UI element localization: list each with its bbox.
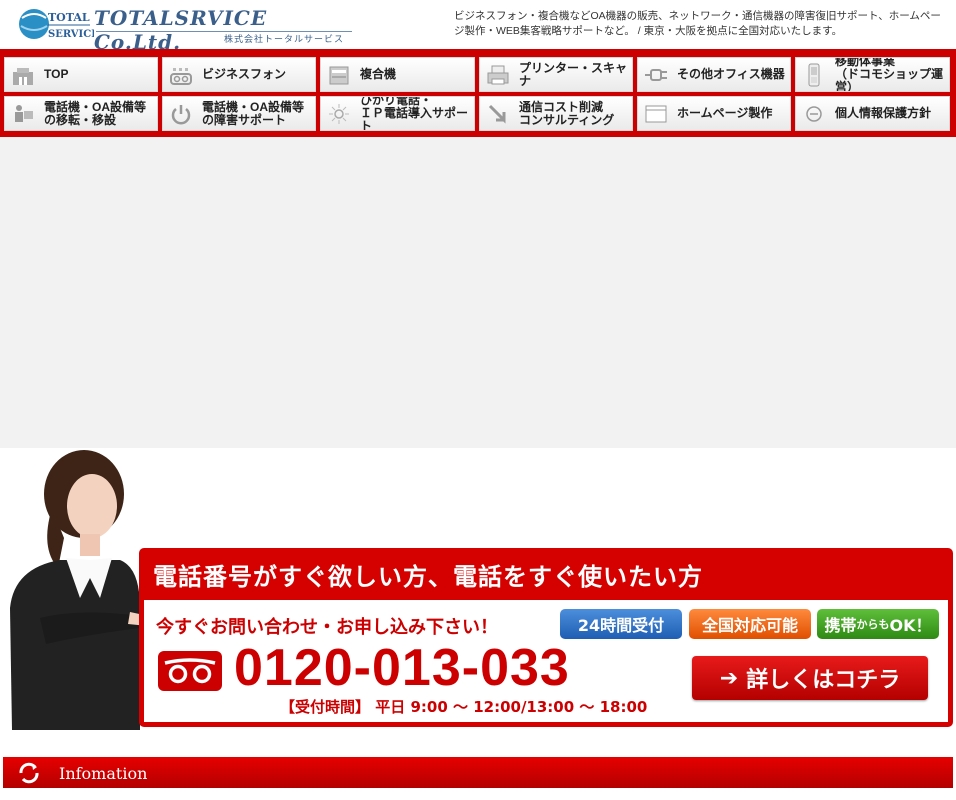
badge-nationwide: 全国対応可能 (689, 609, 811, 639)
nav-item-copier[interactable]: 複合機 (320, 57, 475, 92)
header-description: ビジネスフォン・複合機などOA機器の販売、ネットワーク・通信機器の障害復旧サポー… (454, 10, 941, 37)
badge-nationwide-label: 全国対応可能 (701, 616, 798, 635)
site-logo[interactable]: TOTAL SERVICE TOTALSRVICE Co.Ltd. 株式会社トー… (16, 4, 361, 54)
hero-slideshow-area (0, 137, 956, 448)
arrow-right-icon: ➔ (719, 665, 739, 691)
logo-mark-bottom: SERVICE (48, 29, 94, 40)
business-hours: 【受付時間】 平日 9:00 ～ 12:00/13:00 ～ 18:00 (280, 698, 648, 716)
nav-label: 移動体事業 （ドコモショップ運営） (835, 57, 944, 92)
freedial-icon (158, 651, 222, 691)
home-icon (10, 62, 36, 88)
down-arrow-icon (485, 101, 511, 127)
nav-item-cost-consulting[interactable]: 通信コスト削減 コンサルティング (479, 96, 633, 131)
mover-icon (10, 101, 36, 127)
mobile-phone-icon (801, 62, 827, 88)
badge-mobile-ok: 携帯 からも OK！ (817, 609, 939, 639)
details-button[interactable]: ➔ 詳しくはコチラ (692, 656, 928, 700)
nav-label: ビジネスフォン (202, 67, 287, 81)
nav-label: ホームページ製作 (677, 106, 773, 120)
logo-globe-icon: TOTAL SERVICE (19, 9, 94, 40)
nav-grid: TOP ビジネスフォン 複合機 プリンター・スキャナ その他オフィス機器 移動体… (4, 57, 952, 133)
logo-text: TOTALSRVICE Co.Ltd. (94, 6, 268, 54)
power-icon (168, 101, 194, 127)
nav-label: 電話機・OA設備等 の移転・移設 (44, 99, 147, 127)
nav-item-privacy-policy[interactable]: 個人情報保護方針 (795, 96, 950, 131)
logo-subtext: 株式会社トータルサービス (224, 35, 345, 45)
minus-circle-icon (801, 101, 827, 127)
copier-icon (326, 62, 352, 88)
nav-item-other-office[interactable]: その他オフィス機器 (637, 57, 791, 92)
nav-item-business-phone[interactable]: ビジネスフォン (162, 57, 316, 92)
site-header: TOTAL SERVICE TOTALSRVICE Co.Ltd. 株式会社トー… (0, 0, 956, 54)
contact-banner[interactable]: 電話番号がすぐ欲しい方、電話をすぐ使いたい方 今すぐお問い合わせ・お申し込み下さ… (0, 448, 956, 733)
nav-label: 個人情報保護方針 (835, 106, 932, 120)
nav-item-relocation[interactable]: 電話機・OA設備等 の移転・移設 (4, 96, 158, 131)
printer-icon (485, 62, 511, 88)
logo-mark-top: TOTAL (48, 11, 90, 24)
browser-icon (643, 101, 669, 127)
contact-inner-panel: 今すぐお問い合わせ・お申し込み下さい！ 24時間受付 全国対応可能 携帯 からも O… (144, 600, 948, 722)
badge-mobile-main: 携帯 (824, 616, 857, 635)
nav-item-hikari-phone[interactable]: ひかり電話・ ＩＰ電話導入サポート (320, 96, 475, 131)
nav-label: その他オフィス機器 (677, 67, 785, 81)
nav-item-printer[interactable]: プリンター・スキャナ (479, 57, 633, 92)
nav-item-mobile-business[interactable]: 移動体事業 （ドコモショップ運営） (795, 57, 950, 92)
nav-label: 通信コスト削減 コンサルティング (519, 99, 615, 127)
information-header: Infomation (3, 757, 953, 788)
businesswoman-image (10, 450, 158, 730)
nav-item-homepage[interactable]: ホームページ製作 (637, 96, 791, 131)
details-button-label: 詳しくはコチラ (746, 668, 901, 693)
contact-box: 電話番号がすぐ欲しい方、電話をすぐ使いたい方 今すぐお問い合わせ・お申し込み下さ… (139, 548, 953, 727)
nav-label: TOP (44, 67, 69, 81)
nav-item-top[interactable]: TOP (4, 57, 158, 92)
badge-mobile-end: OK！ (889, 616, 932, 635)
information-title: Infomation (59, 764, 148, 783)
contact-subheadline: 今すぐお問い合わせ・お申し込み下さい！ (156, 617, 498, 638)
badge-24h: 24時間受付 (560, 609, 682, 639)
nav-label: 複合機 (360, 67, 397, 81)
refresh-swirl-icon (19, 762, 39, 784)
light-icon (326, 101, 352, 127)
nav-item-failure-support[interactable]: 電話機・OA設備等 の障害サポート (162, 96, 316, 131)
nav-label: プリンター・スキャナ (519, 60, 628, 88)
badge-mobile-small: からも (856, 618, 890, 631)
phone-number[interactable]: 0120-013-033 (234, 638, 570, 698)
nav-label: 電話機・OA設備等 の障害サポート (202, 99, 305, 127)
contact-headline: 電話番号がすぐ欲しい方、電話をすぐ使いたい方 (153, 563, 703, 591)
nav-label: ひかり電話・ ＩＰ電話導入サポート (360, 96, 469, 131)
business-phone-icon (168, 62, 194, 88)
badge-24h-label: 24時間受付 (577, 616, 665, 635)
global-nav: TOP ビジネスフォン 複合機 プリンター・スキャナ その他オフィス機器 移動体… (0, 49, 956, 137)
plug-icon (643, 62, 669, 88)
